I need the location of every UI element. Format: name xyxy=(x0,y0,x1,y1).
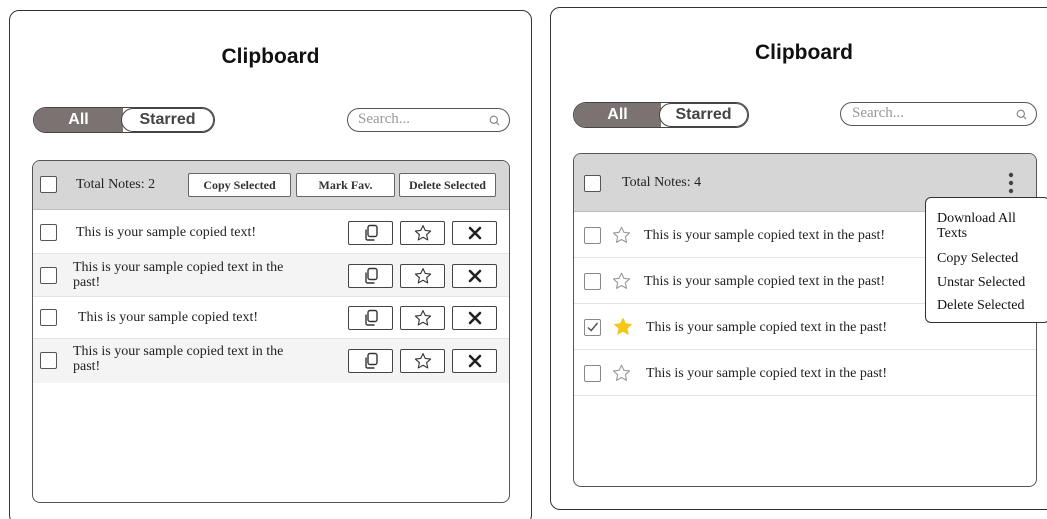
delete-button[interactable] xyxy=(452,306,497,330)
notes-list: Total Notes: 2 Copy Selected Mark Fav. D… xyxy=(32,160,510,503)
tab-starred[interactable]: Starred xyxy=(121,108,214,132)
list-item[interactable]: This is your sample copied text! xyxy=(33,297,509,339)
copy-icon xyxy=(364,352,378,369)
item-text: This is your sample copied text in the p… xyxy=(646,320,888,335)
item-checkbox[interactable] xyxy=(584,273,601,290)
copy-icon xyxy=(364,309,378,326)
star-outline-icon[interactable] xyxy=(612,226,631,244)
delete-x-icon xyxy=(468,269,481,283)
delete-button[interactable] xyxy=(452,349,497,373)
list-item[interactable]: This is your sample copied text in the p… xyxy=(33,339,509,383)
search-placeholder: Search... xyxy=(358,111,411,127)
item-checkbox[interactable] xyxy=(40,267,57,284)
item-checkbox-checked[interactable] xyxy=(584,319,601,336)
search-icon xyxy=(489,115,500,126)
list-item[interactable]: This is your sample copied text in the p… xyxy=(33,254,509,297)
menu-item-delete-selected[interactable]: Delete Selected xyxy=(937,298,1024,313)
star-outline-icon xyxy=(414,310,431,326)
item-text: This is your sample copied text in the p… xyxy=(73,344,284,374)
star-button[interactable] xyxy=(400,264,445,288)
page-title: Clipboard xyxy=(221,45,320,68)
search-placeholder: Search... xyxy=(852,105,905,121)
copy-button[interactable] xyxy=(348,264,393,288)
menu-item-unstar-selected[interactable]: Unstar Selected xyxy=(937,275,1025,290)
search-input[interactable]: Search... xyxy=(347,108,510,132)
tab-all[interactable]: All xyxy=(34,108,124,132)
delete-selected-button[interactable]: Delete Selected xyxy=(399,173,496,197)
copy-button[interactable] xyxy=(348,221,393,245)
star-button[interactable] xyxy=(400,349,445,373)
copy-icon xyxy=(364,224,378,241)
star-outline-icon xyxy=(414,225,431,241)
total-notes-count: Total Notes: 2 xyxy=(76,177,156,192)
item-text: This is your sample copied text in the p… xyxy=(644,228,886,243)
clipboard-panel-left: Clipboard All Starred Search... Total No… xyxy=(9,10,532,519)
menu-item-copy-selected[interactable]: Copy Selected xyxy=(937,251,1018,266)
star-button[interactable] xyxy=(400,221,445,245)
delete-x-icon xyxy=(468,226,481,240)
copy-button[interactable] xyxy=(348,349,393,373)
item-text: This is your sample copied text in the p… xyxy=(73,260,284,290)
list-item[interactable]: This is your sample copied text! xyxy=(33,210,509,254)
star-button[interactable] xyxy=(400,306,445,330)
tab-all[interactable]: All xyxy=(574,103,661,127)
star-outline-icon xyxy=(414,353,431,369)
total-notes-count: Total Notes: 4 xyxy=(622,175,702,190)
item-checkbox[interactable] xyxy=(40,352,57,369)
delete-x-icon xyxy=(468,311,481,325)
item-text: This is your sample copied text! xyxy=(78,310,259,325)
item-text: This is your sample copied text! xyxy=(76,225,257,240)
check-icon xyxy=(587,322,599,332)
list-item[interactable]: This is your sample copied text in the p… xyxy=(574,350,1036,396)
select-all-checkbox[interactable] xyxy=(584,175,601,192)
tab-bar: All Starred xyxy=(33,107,215,133)
search-input[interactable]: Search... xyxy=(840,102,1037,126)
select-all-checkbox[interactable] xyxy=(40,176,57,193)
more-options-icon[interactable] xyxy=(1008,171,1014,195)
tab-bar: All Starred xyxy=(573,102,749,128)
list-header: Total Notes: 2 Copy Selected Mark Fav. D… xyxy=(33,161,509,210)
star-outline-icon[interactable] xyxy=(612,364,631,382)
item-text: This is your sample copied text in the p… xyxy=(646,366,888,381)
star-outline-icon xyxy=(414,268,431,284)
delete-x-icon xyxy=(468,354,481,368)
copy-button[interactable] xyxy=(348,306,393,330)
mark-fav-button[interactable]: Mark Fav. xyxy=(296,173,395,197)
tab-starred[interactable]: Starred xyxy=(659,103,748,127)
copy-selected-button[interactable]: Copy Selected xyxy=(188,173,291,197)
menu-item-download-all[interactable]: Download All Texts xyxy=(937,211,1037,241)
delete-button[interactable] xyxy=(452,264,497,288)
item-checkbox[interactable] xyxy=(40,224,57,241)
delete-button[interactable] xyxy=(452,221,497,245)
item-text: This is your sample copied text in the p… xyxy=(644,274,886,289)
item-checkbox[interactable] xyxy=(584,227,601,244)
star-filled-icon[interactable] xyxy=(613,317,633,336)
item-checkbox[interactable] xyxy=(584,365,601,382)
item-checkbox[interactable] xyxy=(40,309,57,326)
search-icon xyxy=(1016,109,1027,120)
star-outline-icon[interactable] xyxy=(612,272,631,290)
options-menu: Download All Texts Copy Selected Unstar … xyxy=(925,197,1047,323)
copy-icon xyxy=(364,267,378,284)
page-title: Clipboard xyxy=(755,41,853,64)
